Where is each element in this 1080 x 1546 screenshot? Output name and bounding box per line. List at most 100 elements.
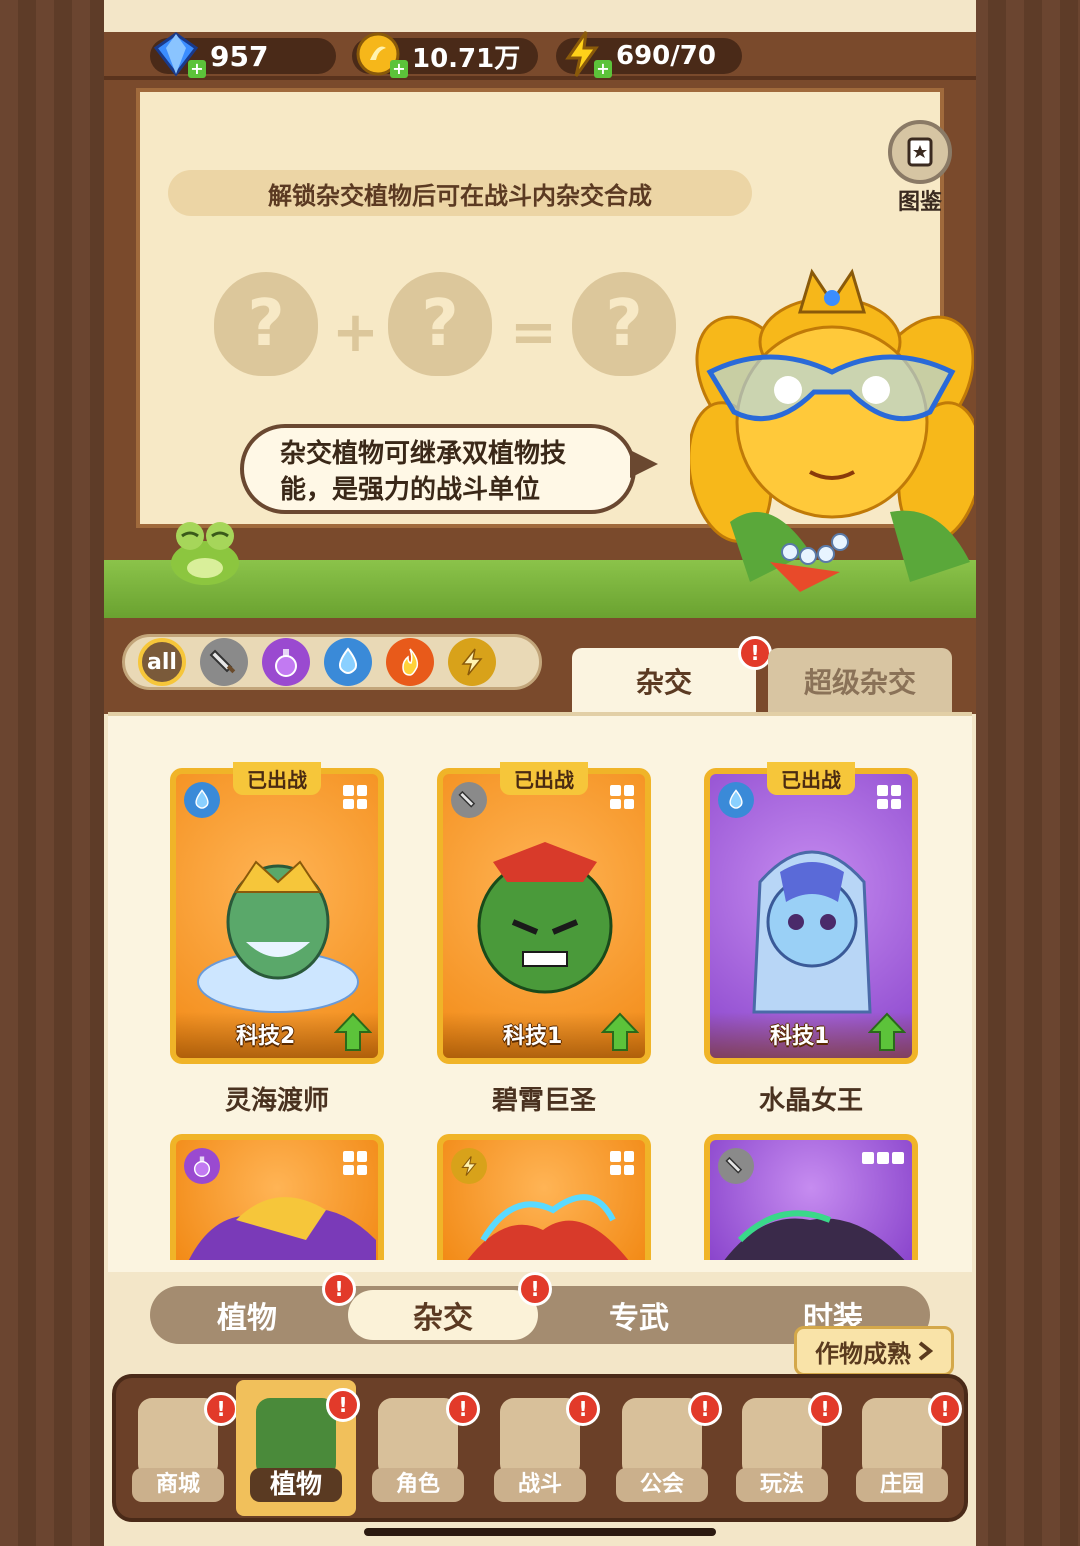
deployed-tag: 已出战 — [233, 762, 321, 795]
plant-card-2[interactable]: 科技1 — [437, 768, 651, 1064]
filter-sword[interactable] — [200, 638, 248, 686]
water-drop-icon — [338, 647, 358, 674]
water-drop-icon — [184, 782, 220, 818]
speech-line-1: 杂交植物可继承双植物技 — [280, 439, 567, 469]
add-energy-icon[interactable]: + — [594, 60, 612, 78]
upgrade-arrow-icon[interactable] — [868, 1012, 906, 1052]
energy-value: 690/70 — [616, 41, 716, 71]
deployed-tag: 已出战 — [500, 762, 588, 795]
deployed-tag: 已出战 — [767, 762, 855, 795]
add-gems-icon[interactable]: + — [188, 60, 206, 78]
dots-icon — [862, 1152, 904, 1164]
tab-hybrid[interactable]: 杂交 — [572, 648, 756, 714]
gem-value: 957 — [210, 39, 269, 73]
tab-super-hybrid-label: 超级杂交 — [803, 666, 916, 699]
upgrade-arrow-icon[interactable] — [334, 1012, 372, 1052]
lightning-icon — [461, 648, 483, 676]
nav-guild-label: 公会 — [616, 1468, 708, 1502]
card-art-partial — [467, 1194, 629, 1260]
gem-icon: + — [150, 28, 206, 80]
subnav-plants-label: 植物 — [217, 1301, 277, 1336]
chevron-right-icon — [918, 1341, 933, 1361]
water-drop-icon — [718, 782, 754, 818]
sunflower-queen-mascot — [690, 268, 974, 592]
equals-sign: = — [510, 300, 557, 365]
speech-line-2: 能，是强力的战斗单位 — [280, 475, 541, 505]
nav-character-label: 角色 — [372, 1468, 464, 1502]
card-tech-level: 科技2 — [236, 1024, 296, 1049]
mystery-plant-2: ? — [388, 272, 492, 376]
grid-icon — [340, 782, 370, 812]
nav-plants-label: 植物 — [250, 1468, 342, 1502]
plant-card-4[interactable] — [170, 1134, 384, 1260]
filter-water[interactable] — [324, 638, 372, 686]
subnav-hybrid-label: 杂交 — [413, 1301, 473, 1336]
plant-card-3[interactable]: 科技1 — [704, 768, 918, 1064]
tab-hybrid-alert-badge: ! — [738, 636, 772, 670]
sword-icon — [209, 649, 236, 674]
upgrade-arrow-icon[interactable] — [601, 1012, 639, 1052]
nav-manor-alert-badge: ! — [928, 1392, 962, 1426]
nav-battle-alert-badge: ! — [566, 1392, 600, 1426]
potion-icon — [184, 1148, 220, 1184]
plus-sign: + — [332, 300, 379, 365]
plant-card-1[interactable]: 科技2 — [170, 768, 384, 1064]
filter-fire[interactable] — [386, 638, 434, 686]
nav-shop-label: 商城 — [132, 1468, 224, 1502]
card-art-crystal-queen — [752, 850, 872, 1014]
subnav-exclusive[interactable]: 专武 — [544, 1290, 734, 1340]
codex-icon — [888, 120, 952, 184]
nav-gameplay-label: 玩法 — [736, 1468, 828, 1502]
filter-all[interactable]: all — [138, 638, 186, 686]
frog-mascot — [171, 522, 239, 585]
right-wood-border — [970, 0, 1080, 1546]
card-art-warrior — [477, 842, 613, 994]
speech-bubble: 杂交植物可继承双植物技 能，是强力的战斗单位 — [240, 424, 658, 514]
card-art-partial — [724, 1210, 905, 1260]
nav-shop-alert-badge: ! — [204, 1392, 238, 1426]
crop-ready-label: 作物成熟 — [815, 1339, 911, 1368]
subnav-exclusive-label: 专武 — [609, 1301, 669, 1336]
nav-battle-label: 战斗 — [494, 1468, 586, 1502]
filter-potion[interactable] — [262, 638, 310, 686]
plant-name: 灵海渡师 — [224, 1086, 329, 1116]
grid-icon — [874, 782, 904, 812]
add-coins-icon[interactable]: + — [390, 60, 408, 78]
left-wood-border — [0, 0, 110, 1546]
lightning-icon — [451, 1148, 487, 1184]
crop-ready-notice[interactable]: 作物成熟 — [794, 1326, 954, 1376]
plant-card-5[interactable] — [437, 1134, 651, 1260]
grid-icon — [607, 1148, 637, 1178]
subnav-plants[interactable]: 植物 — [152, 1290, 342, 1340]
plant-name: 碧霄巨圣 — [491, 1086, 596, 1116]
energy-counter[interactable]: + 690/70 — [556, 31, 742, 78]
coin-counter[interactable]: + 10.71万 — [352, 32, 538, 78]
fire-icon — [402, 648, 419, 676]
nav-guild-alert-badge: ! — [688, 1392, 722, 1426]
mystery-plant-result: ? — [572, 272, 676, 376]
filter-all-label: all — [147, 649, 177, 675]
tab-hybrid-label: 杂交 — [635, 666, 692, 699]
plants-icon — [256, 1398, 336, 1478]
codex-label: 图鉴 — [897, 190, 942, 215]
gem-counter[interactable]: + 957 — [150, 32, 336, 78]
coin-icon: + — [352, 28, 408, 80]
grid-icon — [607, 782, 637, 812]
codex-button[interactable]: 图鉴 — [884, 120, 956, 215]
filter-lightning[interactable] — [448, 638, 496, 686]
potion-icon — [275, 649, 297, 677]
card-tech-level: 科技1 — [770, 1024, 830, 1049]
nav-manor-label: 庄园 — [856, 1468, 948, 1502]
nav-character-alert-badge: ! — [446, 1392, 480, 1426]
sword-icon — [718, 1148, 754, 1184]
nav-gameplay-alert-badge: ! — [808, 1392, 842, 1426]
tab-super-hybrid[interactable]: 超级杂交 — [768, 648, 952, 714]
plant-card-6[interactable] — [704, 1134, 918, 1260]
subnav-hybrid[interactable]: 杂交 — [348, 1290, 538, 1340]
card-art-partial — [189, 1197, 376, 1260]
plant-name: 水晶女王 — [758, 1086, 863, 1116]
nav-plants-alert-badge: ! — [326, 1388, 360, 1422]
grid-icon — [340, 1148, 370, 1178]
home-indicator[interactable] — [364, 1528, 716, 1536]
lightning-icon: + — [556, 28, 612, 80]
